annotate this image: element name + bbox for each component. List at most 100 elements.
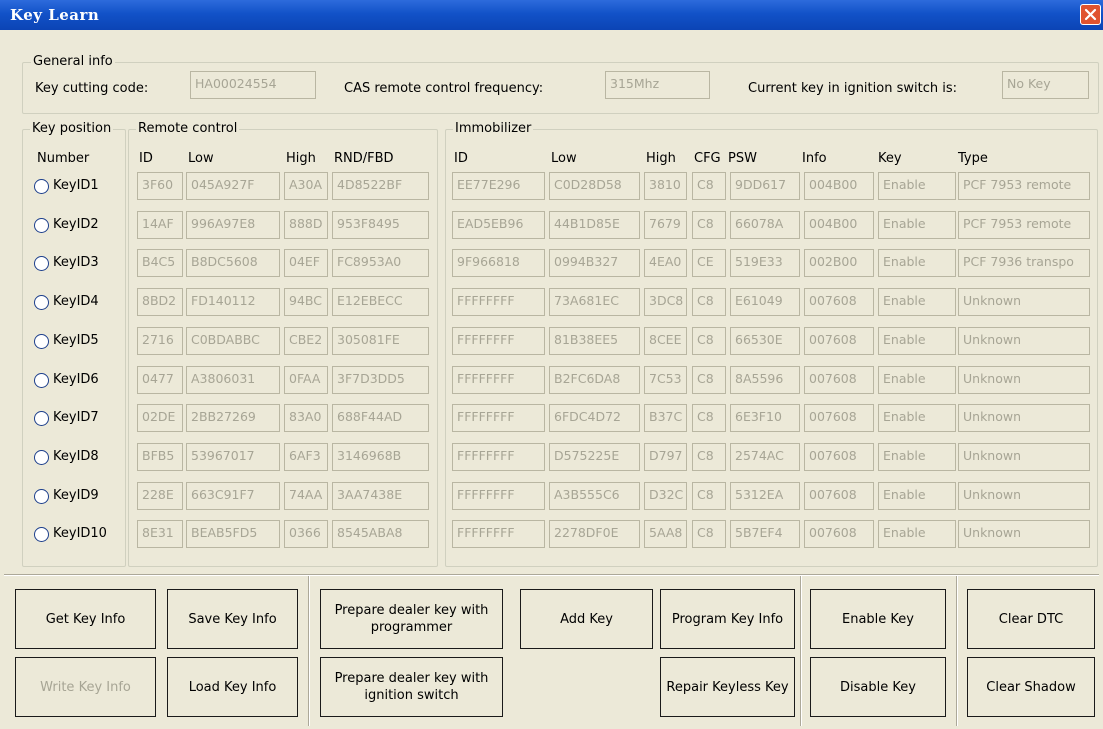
remote-low-field: BEAB5FD5 — [186, 520, 280, 548]
save-key-info-button[interactable]: Save Key Info — [167, 589, 298, 649]
remote-low-field: A3806031 — [186, 366, 280, 394]
prepare-key-ignition-button[interactable]: Prepare dealer key with ignition switch — [320, 657, 503, 717]
ignition-key-field: No Key — [1002, 71, 1089, 99]
key-position-radio[interactable] — [34, 256, 49, 271]
immobilizer-info-field: 004B00 — [804, 211, 874, 239]
key-position-radio[interactable] — [34, 218, 49, 233]
immobilizer-low-field: 73A681EC — [549, 288, 640, 316]
key-position-label[interactable]: KeyID2 — [53, 217, 99, 232]
immobilizer-header-id: ID — [454, 151, 468, 166]
load-key-info-button[interactable]: Load Key Info — [167, 657, 298, 717]
remote-id-field: 8BD2 — [137, 288, 183, 316]
key-position-label[interactable]: KeyID7 — [53, 410, 99, 425]
key-position-radio[interactable] — [34, 411, 49, 426]
immobilizer-id-field: FFFFFFFF — [452, 443, 545, 471]
remote-high-field: 6AF3 — [284, 443, 328, 471]
immobilizer-high-field: D797 — [644, 443, 687, 471]
immobilizer-cfg-field: C8 — [692, 404, 726, 432]
enable-key-button[interactable]: Enable Key — [810, 589, 946, 649]
remote-high-field: 94BC — [284, 288, 328, 316]
key-position-label[interactable]: KeyID1 — [53, 178, 99, 193]
key-position-radio[interactable] — [34, 295, 49, 310]
key-position-label[interactable]: KeyID4 — [53, 294, 99, 309]
remote-rnd-fbd-field: E12EBECC — [332, 288, 429, 316]
key-position-label[interactable]: KeyID3 — [53, 255, 99, 270]
immobilizer-id-field: 9F966818 — [452, 249, 545, 277]
immobilizer-header-cfg: CFG — [694, 151, 721, 166]
ignition-key-label: Current key in ignition switch is: — [748, 81, 957, 96]
disable-key-button[interactable]: Disable Key — [810, 657, 946, 717]
key-position-label[interactable]: KeyID9 — [53, 488, 99, 503]
remote-low-field: FD140112 — [186, 288, 280, 316]
immobilizer-id-field: FFFFFFFF — [452, 288, 545, 316]
immobilizer-low-field: 81B38EE5 — [549, 327, 640, 355]
immobilizer-psw-field: 66078A — [730, 211, 800, 239]
remote-rnd-fbd-field: 305081FE — [332, 327, 429, 355]
immobilizer-low-field: B2FC6DA8 — [549, 366, 640, 394]
immobilizer-cfg-field: C8 — [692, 288, 726, 316]
immobilizer-low-field: 44B1D85E — [549, 211, 640, 239]
key-position-legend: Key position — [30, 121, 114, 137]
title-bar[interactable]: Key Learn — [0, 0, 1103, 30]
remote-low-field: 045A927F — [186, 172, 280, 200]
immobilizer-key-field: Enable — [878, 404, 956, 432]
prepare-key-programmer-button[interactable]: Prepare dealer key with programmer — [320, 589, 503, 649]
key-position-radio[interactable] — [34, 179, 49, 194]
immobilizer-legend: Immobilizer — [453, 121, 534, 137]
number-header: Number — [37, 151, 90, 166]
immobilizer-type-field: Unknown — [958, 327, 1090, 355]
immobilizer-header-key: Key — [878, 151, 902, 166]
remote-header-rnd-fbd: RND/FBD — [334, 151, 394, 166]
remote-high-field: CBE2 — [284, 327, 328, 355]
remote-header-low: Low — [188, 151, 214, 166]
immobilizer-info-field: 007608 — [804, 366, 874, 394]
immobilizer-key-field: Enable — [878, 288, 956, 316]
key-position-label[interactable]: KeyID5 — [53, 333, 99, 348]
remote-high-field: 888D — [284, 211, 328, 239]
immobilizer-high-field: 7C53 — [644, 366, 687, 394]
remote-rnd-fbd-field: 3146968B — [332, 443, 429, 471]
key-position-radio[interactable] — [34, 373, 49, 388]
remote-header-id: ID — [139, 151, 153, 166]
add-key-button[interactable]: Add Key — [520, 589, 653, 649]
remote-id-field: B4C5 — [137, 249, 183, 277]
immobilizer-psw-field: 9DD617 — [730, 172, 800, 200]
close-button[interactable] — [1080, 4, 1101, 25]
key-position-radio[interactable] — [34, 450, 49, 465]
immobilizer-key-field: Enable — [878, 249, 956, 277]
key-position-label[interactable]: KeyID8 — [53, 449, 99, 464]
remote-low-field: B8DC5608 — [186, 249, 280, 277]
clear-dtc-button[interactable]: Clear DTC — [967, 589, 1095, 649]
key-position-radio[interactable] — [34, 527, 49, 542]
remote-id-field: BFB5 — [137, 443, 183, 471]
immobilizer-type-field: Unknown — [958, 288, 1090, 316]
get-key-info-button[interactable]: Get Key Info — [15, 589, 156, 649]
immobilizer-high-field: 3DC8 — [644, 288, 687, 316]
immobilizer-cfg-field: C8 — [692, 366, 726, 394]
immobilizer-low-field: D575225E — [549, 443, 640, 471]
immobilizer-id-field: FFFFFFFF — [452, 327, 545, 355]
remote-rnd-fbd-field: 3AA7438E — [332, 482, 429, 510]
immobilizer-info-field: 007608 — [804, 404, 874, 432]
immobilizer-psw-field: 66530E — [730, 327, 800, 355]
remote-control-legend: Remote control — [136, 121, 240, 137]
immobilizer-low-field: A3B555C6 — [549, 482, 640, 510]
cas-frequency-field: 315Mhz — [605, 71, 710, 99]
clear-shadow-button[interactable]: Clear Shadow — [967, 657, 1095, 717]
repair-keyless-key-button[interactable]: Repair Keyless Key — [660, 657, 795, 717]
immobilizer-key-field: Enable — [878, 366, 956, 394]
key-position-radio[interactable] — [34, 489, 49, 504]
remote-rnd-fbd-field: 953F8495 — [332, 211, 429, 239]
immobilizer-cfg-field: CE — [692, 249, 726, 277]
immobilizer-low-field: 0994B327 — [549, 249, 640, 277]
close-icon — [1084, 8, 1097, 21]
immobilizer-high-field: 7679 — [644, 211, 687, 239]
write-key-info-button[interactable]: Write Key Info — [15, 657, 156, 717]
remote-id-field: 228E — [137, 482, 183, 510]
key-position-radio[interactable] — [34, 334, 49, 349]
key-position-label[interactable]: KeyID10 — [53, 526, 107, 541]
immobilizer-cfg-field: C8 — [692, 172, 726, 200]
program-key-info-button[interactable]: Program Key Info — [660, 589, 795, 649]
key-position-label[interactable]: KeyID6 — [53, 372, 99, 387]
immobilizer-psw-field: 5312EA — [730, 482, 800, 510]
